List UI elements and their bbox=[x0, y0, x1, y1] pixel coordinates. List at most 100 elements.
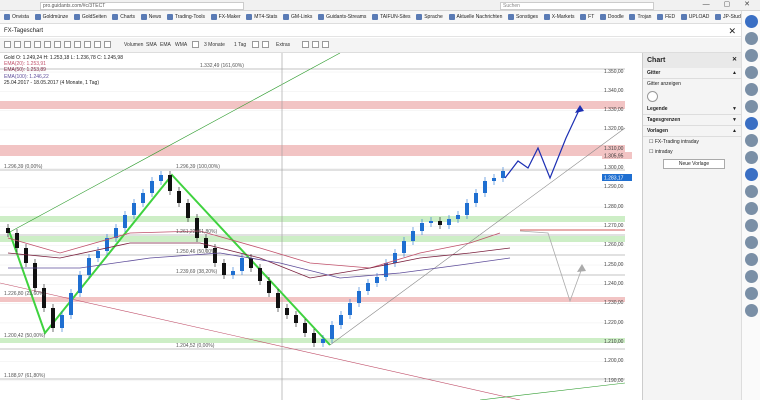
browser-search-input[interactable]: Suchen bbox=[500, 2, 654, 10]
interval-select[interactable]: 1 Tag bbox=[234, 41, 246, 49]
text-tool-icon[interactable] bbox=[64, 41, 71, 48]
section-daily-limits[interactable]: Tagesgrenzen ▼ bbox=[643, 115, 741, 126]
price-axis-label: 1.270,00 bbox=[604, 223, 624, 229]
bookmark-item[interactable]: FT bbox=[580, 11, 594, 23]
candle-body bbox=[24, 248, 28, 263]
fullscreen-icon[interactable] bbox=[322, 41, 329, 48]
avatar[interactable] bbox=[745, 83, 758, 96]
share-icon[interactable] bbox=[312, 41, 319, 48]
chart-type-icon[interactable] bbox=[252, 41, 259, 48]
bookmarks-bar: Onvista Goldmünze GoldSeiten Charts News… bbox=[0, 11, 760, 24]
candle-body bbox=[447, 219, 451, 225]
candle-body bbox=[6, 228, 10, 233]
bookmark-item[interactable]: TAIFUN-Sites bbox=[372, 11, 411, 23]
candle-body bbox=[492, 178, 496, 181]
ema-toggle[interactable]: EMA bbox=[160, 41, 171, 49]
section-legend[interactable]: Legende ▼ bbox=[643, 104, 741, 115]
bookmark-item[interactable]: FX-Maker bbox=[210, 11, 241, 23]
bookmark-item[interactable]: News bbox=[140, 11, 161, 23]
bookmark-item[interactable]: UPLOAD bbox=[680, 11, 709, 23]
template-item[interactable]: ☐ FX-Trading intraday bbox=[643, 137, 741, 147]
chart-widget-icon[interactable] bbox=[745, 168, 758, 181]
url-field[interactable]: pro.guidants.com/#c/3TECT bbox=[40, 2, 244, 10]
candle-body bbox=[267, 281, 271, 293]
avatar[interactable] bbox=[745, 270, 758, 283]
bookmark-item[interactable]: Charts bbox=[112, 11, 135, 23]
new-template-button[interactable]: Neue Vorlage bbox=[663, 159, 725, 169]
avatar[interactable] bbox=[745, 287, 758, 300]
section-templates[interactable]: Vorlagen ▲ bbox=[643, 126, 741, 137]
avatar[interactable] bbox=[745, 219, 758, 232]
volume-toggle[interactable]: Volumen bbox=[124, 41, 143, 49]
bookmark-item[interactable]: Sprache bbox=[416, 11, 443, 23]
avatar[interactable] bbox=[745, 32, 758, 45]
bookmark-item[interactable]: Trojan bbox=[629, 11, 651, 23]
avatar[interactable] bbox=[745, 100, 758, 113]
horizontal-line-icon[interactable] bbox=[34, 41, 41, 48]
guidants-icon[interactable] bbox=[745, 15, 758, 28]
date-range-legend: 25.04.2017 - 18.05.2017 (4 Monate, 1 Tag… bbox=[4, 79, 99, 86]
chart-canvas[interactable]: 1.332,49 (161,60%) 1.296,39 (0,00%) 1.29… bbox=[0, 53, 640, 400]
price-axis-label: 1.230,00 bbox=[604, 300, 624, 306]
avatar[interactable] bbox=[745, 304, 758, 317]
grid-toggle[interactable] bbox=[647, 91, 658, 102]
avatar[interactable] bbox=[745, 134, 758, 147]
price-axis-label: 1.250,00 bbox=[604, 262, 624, 268]
chart-widget-icon[interactable] bbox=[745, 117, 758, 130]
fib-label-61-left: 1.188,97 (61,80%) bbox=[4, 373, 45, 379]
indicator-icon[interactable] bbox=[192, 41, 199, 48]
chart-toolbar: Volumen SMA EMA WMA 3 Monate 1 Tag Extra… bbox=[0, 38, 742, 53]
fibonacci-tool-icon[interactable] bbox=[44, 41, 51, 48]
cursor-tool-icon[interactable] bbox=[4, 41, 11, 48]
current-price-label: 1.283,17 bbox=[604, 176, 624, 182]
bookmark-item[interactable]: Doodle bbox=[599, 11, 624, 23]
avatar[interactable] bbox=[745, 253, 758, 266]
compare-icon[interactable] bbox=[262, 41, 269, 48]
bookmark-item[interactable]: X-Markets bbox=[543, 11, 574, 23]
line-tool-icon[interactable] bbox=[14, 41, 21, 48]
support-zone bbox=[0, 236, 625, 242]
window-controls[interactable]: — ▢ ✕ bbox=[703, 0, 756, 8]
bookmark-item[interactable]: Onvista bbox=[4, 11, 29, 23]
price-chart[interactable]: 1.332,49 (161,60%) 1.296,39 (0,00%) 1.29… bbox=[0, 53, 640, 400]
sma-toggle[interactable]: SMA bbox=[146, 41, 157, 49]
avatar[interactable] bbox=[745, 236, 758, 249]
settings-tool-icon[interactable] bbox=[104, 41, 111, 48]
trendline-tool-icon[interactable] bbox=[24, 41, 31, 48]
arrow-tool-icon[interactable] bbox=[74, 41, 81, 48]
candle-body bbox=[150, 181, 154, 193]
extras-menu[interactable]: Extras bbox=[276, 41, 290, 49]
bookmark-icon bbox=[715, 13, 722, 20]
panel-close-icon[interactable]: ✕ bbox=[732, 56, 737, 63]
zoom-tool-icon[interactable] bbox=[94, 41, 101, 48]
delete-tool-icon[interactable] bbox=[84, 41, 91, 48]
avatar[interactable] bbox=[745, 49, 758, 62]
price-axis-label: 1.320,00 bbox=[604, 126, 624, 132]
price-axis-label: 1.190,00 bbox=[604, 378, 624, 384]
avatar[interactable] bbox=[745, 185, 758, 198]
candle-body bbox=[159, 175, 163, 181]
forecast-bullish-path bbox=[504, 107, 581, 180]
bookmark-item[interactable]: GM-Links bbox=[283, 11, 312, 23]
range-select[interactable]: 3 Monate bbox=[204, 41, 225, 49]
bookmark-item[interactable]: FED bbox=[657, 11, 675, 23]
section-grid[interactable]: Gitter ▲ bbox=[643, 68, 741, 79]
template-item[interactable]: ☐ intraday bbox=[643, 147, 741, 157]
avatar[interactable] bbox=[745, 66, 758, 79]
bookmark-item[interactable]: MT4-Stats bbox=[246, 11, 277, 23]
bookmark-icon bbox=[140, 13, 147, 20]
bookmark-item[interactable]: Goldmünze bbox=[34, 11, 68, 23]
bookmark-item[interactable]: Sonstiges bbox=[508, 11, 538, 23]
bookmark-item[interactable]: GoldSeiten bbox=[73, 11, 107, 23]
print-icon[interactable] bbox=[302, 41, 309, 48]
close-icon[interactable]: ✕ bbox=[728, 25, 736, 37]
bookmark-item[interactable]: Trading-Tools bbox=[166, 11, 205, 23]
candle-body bbox=[177, 191, 181, 203]
wma-toggle[interactable]: WMA bbox=[175, 41, 187, 49]
bookmark-item[interactable]: Guidants-Streams bbox=[318, 11, 366, 23]
avatar[interactable] bbox=[745, 202, 758, 215]
candle-body bbox=[132, 203, 136, 215]
avatar[interactable] bbox=[745, 151, 758, 164]
rectangle-tool-icon[interactable] bbox=[54, 41, 61, 48]
bookmark-item[interactable]: Aktuelle Nachrichten bbox=[448, 11, 502, 23]
